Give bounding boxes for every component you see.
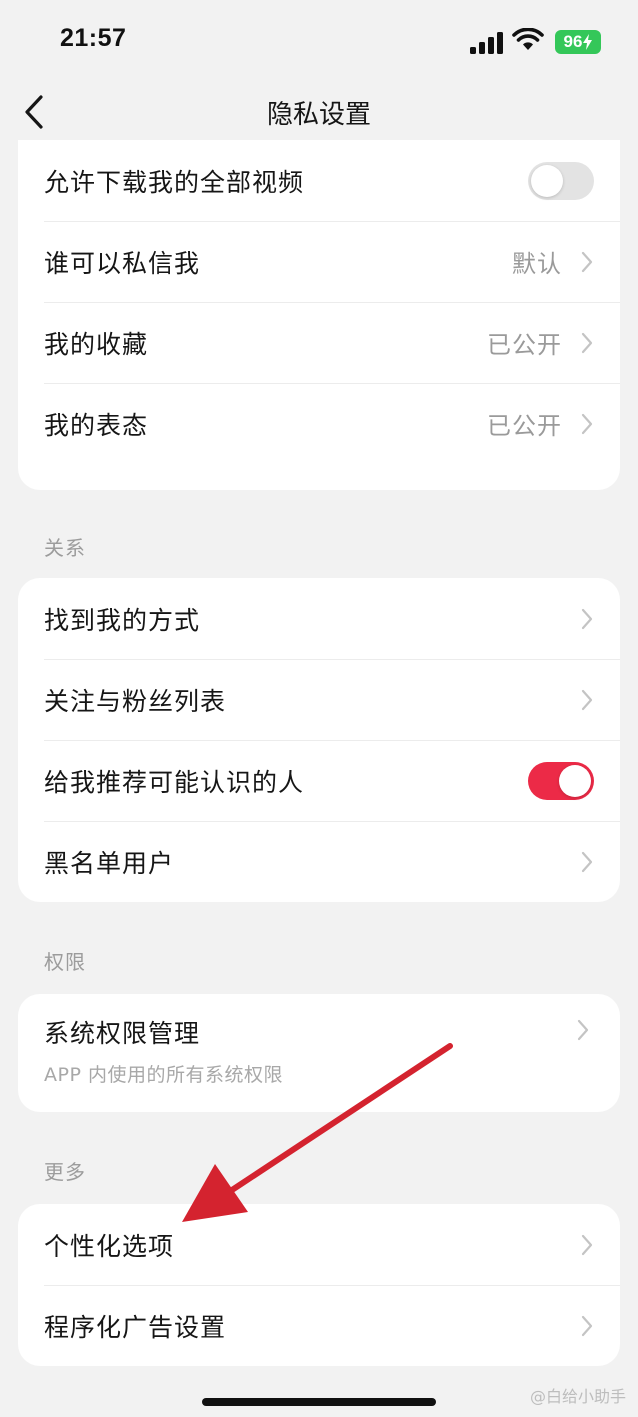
row-label: 程序化广告设置 (44, 1312, 227, 1342)
battery-level: 96 (563, 32, 583, 51)
chevron-right-icon (580, 1233, 594, 1257)
who-can-message-row[interactable]: 谁可以私信我 默认 (18, 221, 620, 302)
personalization-row[interactable]: 个性化选项 (18, 1204, 620, 1285)
section-header-permissions: 权限 (44, 950, 86, 974)
blocklist-row[interactable]: 黑名单用户 (18, 821, 620, 902)
privacy-settings-group: 允许下载我的全部视频 谁可以私信我 默认 我的收藏 已公开 我的表态 已公开 (18, 140, 620, 490)
recommend-people-toggle[interactable] (528, 761, 594, 800)
my-favorites-row[interactable]: 我的收藏 已公开 (18, 302, 620, 383)
more-group: 个性化选项 程序化广告设置 (18, 1204, 620, 1366)
row-label: 黑名单用户 (44, 848, 175, 878)
row-label: 个性化选项 (44, 1231, 175, 1261)
cellular-signal-icon (470, 32, 503, 54)
chevron-right-icon (580, 412, 594, 436)
row-label: 我的收藏 (44, 329, 149, 359)
section-header-more: 更多 (44, 1160, 86, 1184)
chevron-right-icon (580, 1314, 594, 1338)
programmatic-ad-settings-row[interactable]: 程序化广告设置 (18, 1285, 620, 1366)
row-sublabel: APP 内使用的所有系统权限 (44, 1064, 283, 1086)
row-label: 给我推荐可能认识的人 (44, 767, 305, 797)
nav-bar: 隐私设置 (0, 84, 638, 140)
row-label: 系统权限管理 (44, 1019, 201, 1048)
row-label: 允许下载我的全部视频 (44, 167, 305, 197)
watermark: @白给小助手 (529, 1387, 626, 1406)
wifi-icon (512, 28, 544, 50)
recommend-people-row[interactable]: 给我推荐可能认识的人 (18, 740, 620, 821)
allow-download-toggle[interactable] (528, 161, 594, 200)
chevron-right-icon (580, 607, 594, 631)
how-to-find-me-row[interactable]: 找到我的方式 (18, 578, 620, 659)
status-bar: 21:57 96 (0, 0, 638, 84)
chevron-right-icon (580, 331, 594, 355)
relations-group: 找到我的方式 关注与粉丝列表 给我推荐可能认识的人 黑名单用户 (18, 578, 620, 902)
chevron-right-icon (576, 1018, 590, 1042)
home-indicator (202, 1398, 436, 1406)
my-reactions-row[interactable]: 我的表态 已公开 (18, 383, 620, 464)
row-label: 找到我的方式 (44, 605, 201, 635)
permissions-group: 系统权限管理 APP 内使用的所有系统权限 (18, 994, 620, 1112)
row-label: 谁可以私信我 (44, 248, 201, 278)
toggle-knob (559, 764, 591, 797)
chevron-right-icon (580, 250, 594, 274)
status-time: 21:57 (60, 24, 127, 52)
row-label: 我的表态 (44, 410, 149, 440)
allow-download-row[interactable]: 允许下载我的全部视频 (18, 140, 620, 221)
page-title: 隐私设置 (266, 100, 371, 130)
section-header-relations: 关系 (44, 536, 86, 560)
follow-fans-list-row[interactable]: 关注与粉丝列表 (18, 659, 620, 740)
row-value: 已公开 (487, 412, 562, 440)
row-label: 关注与粉丝列表 (44, 686, 227, 716)
row-value: 默认 (512, 250, 562, 278)
chevron-right-icon (580, 688, 594, 712)
battery-indicator: 96 (555, 30, 601, 54)
system-permissions-row[interactable]: 系统权限管理 APP 内使用的所有系统权限 (18, 994, 620, 1112)
chevron-right-icon (580, 850, 594, 874)
toggle-knob (531, 164, 563, 197)
row-value: 已公开 (487, 331, 562, 359)
charging-bolt-icon (583, 34, 593, 50)
